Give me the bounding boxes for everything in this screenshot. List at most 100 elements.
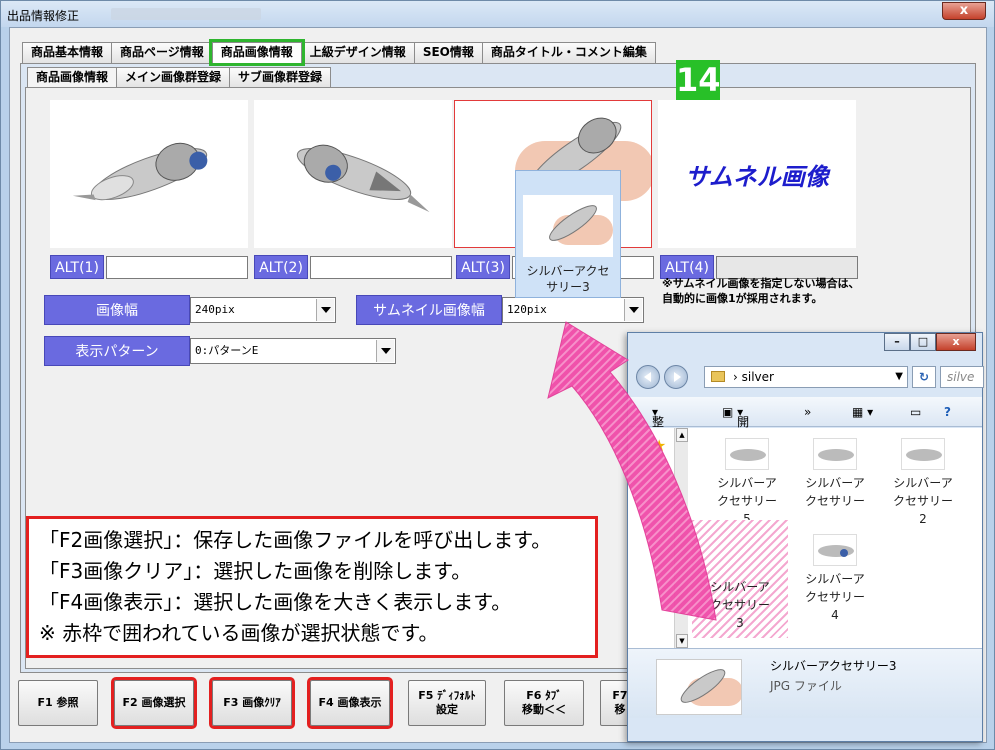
details-file-type: JPG ファイル <box>770 679 842 693</box>
f3-clear-image-button[interactable]: F3 画像ｸﾘｱ <box>209 677 295 729</box>
instruction-callout: 「F2画像選択」：保存した画像ファイルを呼び出します。 「F3画像クリア」：選択… <box>26 516 598 658</box>
f4-show-image-button[interactable]: F4 画像表示 <box>307 677 393 729</box>
pattern-label: 表示パターン <box>44 336 190 366</box>
image-slot-1[interactable] <box>50 100 248 248</box>
drag-preview-image <box>523 195 613 257</box>
tab-basic-info[interactable]: 商品基本情報 <box>22 42 113 63</box>
drag-label-line2: サリー3 <box>546 280 590 294</box>
f2-select-image-button[interactable]: F2 画像選択 <box>111 677 197 729</box>
thumb-width-label: サムネイル画像幅 <box>356 295 502 325</box>
nav-pane-scrollbar[interactable]: ▲ ▼ <box>674 428 688 648</box>
explorer-nav-bar: › silver ▼ ↻ silve <box>634 363 984 391</box>
file-thumbnail <box>813 438 857 470</box>
step-badge: 14 <box>676 60 721 100</box>
subtab-sub-images[interactable]: サブ画像群登録 <box>229 67 332 87</box>
search-input[interactable]: silve <box>940 366 984 388</box>
alt3-label: ALT(3) <box>456 255 510 279</box>
thumb-width-value: 120pix <box>507 303 547 316</box>
title-bar: 出品情報修正 x <box>1 1 994 27</box>
explorer-content: ★ ▲ ▼ シルバーア クセサリー 5 シルバーア クセサリー シルバーア クセ… <box>628 428 982 648</box>
minimize-icon[interactable]: – <box>884 333 910 351</box>
file-thumbnail <box>813 534 857 566</box>
subtab-image-info[interactable]: 商品画像情報 <box>27 67 118 87</box>
chevron-down-icon[interactable] <box>316 299 334 321</box>
callout-line-3: 「F4画像表示」：選択した画像を大きく表示します。 <box>39 590 512 614</box>
pattern-select[interactable]: 0:パターンE <box>190 338 396 364</box>
note-line-1: ※サムネイル画像を指定しない場合は、 <box>662 277 860 290</box>
alt1-label: ALT(1) <box>50 255 104 279</box>
back-arrow-icon[interactable] <box>636 365 660 389</box>
explorer-window-controls: – □ x <box>884 333 976 351</box>
file-item[interactable]: シルバーア クセサリー 4 <box>790 534 880 634</box>
details-pane: シルバーアクセサリー3 JPG ファイル <box>628 648 982 718</box>
tab-image-info[interactable]: 商品画像情報 <box>208 39 305 66</box>
sub-tab-bar: 商品画像情報 メイン画像群登録 サブ画像群登録 <box>27 67 332 87</box>
file-item[interactable]: シルバーア クセサリー 2 <box>878 438 968 538</box>
details-thumbnail <box>656 659 742 715</box>
file-name: シルバーア クセサリー 3 <box>709 580 770 630</box>
thumbnail-note: ※サムネイル画像を指定しない場合は、 自動的に画像1が採用されます。 <box>662 276 859 306</box>
forward-arrow-icon[interactable] <box>664 365 688 389</box>
thumbnail-placeholder-text: サムネル画像 <box>685 162 829 191</box>
note-line-2: 自動的に画像1が採用されます。 <box>662 292 823 305</box>
image-slot-2[interactable] <box>254 100 452 248</box>
drag-label-line1: シルバーアクセ <box>526 264 610 278</box>
help-icon[interactable]: ? <box>944 405 951 419</box>
image-width-label: 画像幅 <box>44 295 190 325</box>
close-button[interactable]: x <box>942 2 986 20</box>
scroll-down-icon[interactable]: ▼ <box>676 634 688 648</box>
maximize-icon[interactable]: □ <box>910 333 936 351</box>
file-name: シルバーア クセサリー 2 <box>892 476 953 526</box>
callout-line-2: 「F3画像クリア」：選択した画像を削除します。 <box>39 559 472 583</box>
organize-menu[interactable]: 整理 ▾ <box>652 405 664 446</box>
thumb-width-select[interactable]: 120pix <box>502 297 644 323</box>
address-folder-name: silver <box>741 370 774 384</box>
favorites-star-icon[interactable]: ★ <box>652 436 666 455</box>
chevron-down-icon[interactable]: ▼ <box>895 367 903 387</box>
tab-page-info[interactable]: 商品ページ情報 <box>111 42 213 63</box>
image-width-select[interactable]: 240pix <box>190 297 336 323</box>
close-icon[interactable]: x <box>936 333 976 351</box>
thumbnail-slot[interactable]: サムネル画像 <box>658 100 856 248</box>
more-commands[interactable]: » <box>804 405 811 419</box>
file-thumbnail <box>901 438 945 470</box>
silver-ring-image <box>72 142 208 201</box>
scroll-up-icon[interactable]: ▲ <box>676 428 688 442</box>
drag-preview: シルバーアクセ サリー3 <box>515 170 621 298</box>
tab-seo[interactable]: SEO情報 <box>413 42 483 63</box>
callout-line-4: ※ 赤枠で囲われている画像が選択状態です。 <box>39 621 439 645</box>
silver-ring-image <box>296 144 430 213</box>
alt1-input[interactable] <box>106 256 248 279</box>
main-tab-bar: 商品基本情報 商品ページ情報 商品画像情報 上級デザイン情報 SEO情報 商品タ… <box>22 39 656 66</box>
alt2-input[interactable] <box>310 256 452 279</box>
details-file-name: シルバーアクセサリー3 <box>770 659 897 673</box>
file-name: シルバーア クセサリー <box>804 476 865 508</box>
f5-default-button[interactable]: F5 ﾃﾞｨﾌｫﾙﾄ 設定 <box>408 680 486 726</box>
title-redacted <box>111 8 261 20</box>
pattern-value: 0:パターンE <box>195 344 259 357</box>
refresh-icon[interactable]: ↻ <box>912 366 936 388</box>
chevron-down-icon[interactable] <box>624 299 642 321</box>
open-menu[interactable]: ▣ 開く ▾ <box>722 405 749 446</box>
chevron-down-icon[interactable] <box>376 340 394 362</box>
file-name: シルバーア クセサリー 4 <box>804 572 865 622</box>
f1-reference-button[interactable]: F1 参照 <box>18 680 98 726</box>
alt2-label: ALT(2) <box>254 255 308 279</box>
file-item[interactable]: シルバーア クセサリー <box>790 438 880 538</box>
file-item-selected[interactable]: シルバーア クセサリー 3 <box>692 520 788 638</box>
address-bar[interactable]: › silver ▼ <box>704 366 908 388</box>
navigation-pane: ★ ▲ ▼ <box>628 428 688 648</box>
explorer-command-bar: 整理 ▾ ▣ 開く ▾ » ▦ ▾ ▭ ? <box>628 397 982 446</box>
file-thumbnail <box>725 438 769 470</box>
window-title: 出品情報修正 <box>7 9 80 23</box>
view-options-icon[interactable]: ▦ ▾ <box>852 405 873 419</box>
drag-preview-label: シルバーアクセ サリー3 <box>516 263 620 295</box>
file-explorer-window: – □ x › silver ▼ ↻ silve 整理 ▾ ▣ 開く ▾ » ▦… <box>627 332 984 742</box>
tab-title-comment[interactable]: 商品タイトル・コメント編集 <box>481 42 656 63</box>
f6-tab-move-button[interactable]: F6 ﾀﾌﾞ 移動＜＜ <box>504 680 584 726</box>
tab-advanced-design[interactable]: 上級デザイン情報 <box>300 42 415 63</box>
subtab-main-images[interactable]: メイン画像群登録 <box>116 67 231 87</box>
folder-icon <box>711 371 725 382</box>
callout-line-1: 「F2画像選択」：保存した画像ファイルを呼び出します。 <box>39 528 552 552</box>
preview-pane-icon[interactable]: ▭ <box>910 405 921 419</box>
